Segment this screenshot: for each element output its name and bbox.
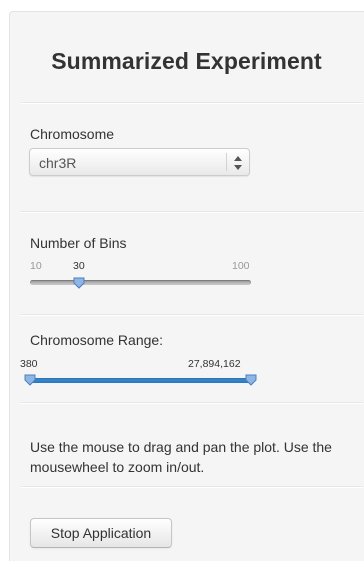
bins-value-label: 30 [73, 260, 85, 272]
range-to-label: 27,894,162 [188, 358, 241, 370]
range-slider-fill [30, 378, 251, 383]
bins-slider-track[interactable] [30, 280, 251, 285]
select-separator [226, 153, 227, 171]
divider [21, 314, 363, 316]
range-slider-to-handle[interactable] [245, 374, 257, 386]
select-arrows-icon [234, 156, 242, 170]
chromosome-label: Chromosome [30, 126, 115, 142]
divider [21, 102, 363, 104]
divider [21, 402, 363, 404]
bins-label: Number of Bins [30, 235, 127, 251]
range-slider-from-handle[interactable] [24, 374, 36, 386]
range-label: Chromosome Range: [30, 332, 164, 348]
divider [21, 211, 363, 213]
chromosome-select[interactable]: chr3R [29, 148, 250, 176]
sidebar-panel: Summarized Experiment Chromosome chr3R N… [9, 11, 364, 561]
bins-slider-handle[interactable] [73, 277, 85, 289]
page-title: Summarized Experiment [51, 48, 322, 74]
chromosome-select-value: chr3R [39, 155, 77, 171]
divider [21, 486, 363, 488]
bins-min-label: 10 [30, 260, 42, 272]
bins-max-label: 100 [232, 260, 250, 272]
stop-application-button[interactable]: Stop Application [30, 518, 172, 548]
help-text: Use the mouse to drag and pan the plot. … [30, 439, 332, 475]
range-from-label: 380 [20, 358, 38, 370]
